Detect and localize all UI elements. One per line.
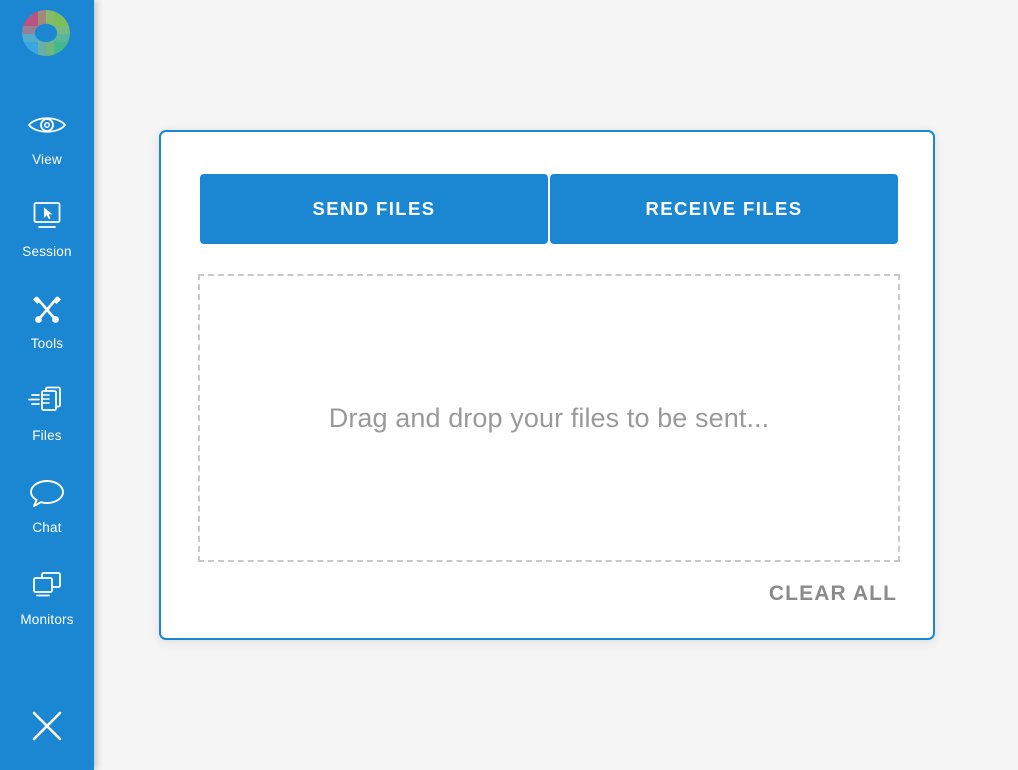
sidebar-item-session[interactable]: Session [0, 196, 94, 288]
panel-action-buttons: SEND FILES RECEIVE FILES [200, 174, 898, 244]
monitor-cursor-icon [26, 196, 68, 238]
tools-wrench-screwdriver-icon [26, 288, 68, 330]
send-files-button[interactable]: SEND FILES [200, 174, 548, 244]
sidebar-item-chat[interactable]: Chat [0, 472, 94, 564]
eye-icon [26, 104, 68, 146]
clear-all-button[interactable]: CLEAR ALL [769, 582, 897, 606]
close-button[interactable] [0, 690, 94, 766]
chat-bubble-icon [26, 472, 68, 514]
file-transfer-panel: SEND FILES RECEIVE FILES Drag and drop y… [159, 130, 935, 640]
sidebar-item-label: Session [22, 244, 72, 259]
sidebar-item-monitors[interactable]: Monitors [0, 564, 94, 656]
drop-zone-placeholder-text: Drag and drop your files to be sent... [328, 402, 770, 433]
close-x-icon [28, 707, 66, 750]
sidebar-nav: View Session Tools Files Chat Monitors [0, 104, 94, 656]
sidebar-item-files[interactable]: Files [0, 380, 94, 472]
sidebar-item-label: Files [32, 428, 62, 443]
sidebar-item-label: Monitors [20, 612, 74, 627]
sidebar-item-label: Chat [32, 520, 62, 535]
app-logo-torus [16, 4, 76, 64]
receive-files-button[interactable]: RECEIVE FILES [550, 174, 898, 244]
multiple-monitors-icon [26, 564, 68, 606]
sidebar-item-tools[interactable]: Tools [0, 288, 94, 380]
file-transfer-icon [26, 380, 68, 422]
sidebar-item-view[interactable]: View [0, 104, 94, 196]
sidebar-item-label: Tools [30, 336, 64, 351]
file-drop-zone[interactable]: Drag and drop your files to be sent... [198, 274, 900, 562]
sidebar-item-label: View [32, 152, 62, 167]
sidebar: View Session Tools Files Chat Monitors [0, 0, 94, 770]
